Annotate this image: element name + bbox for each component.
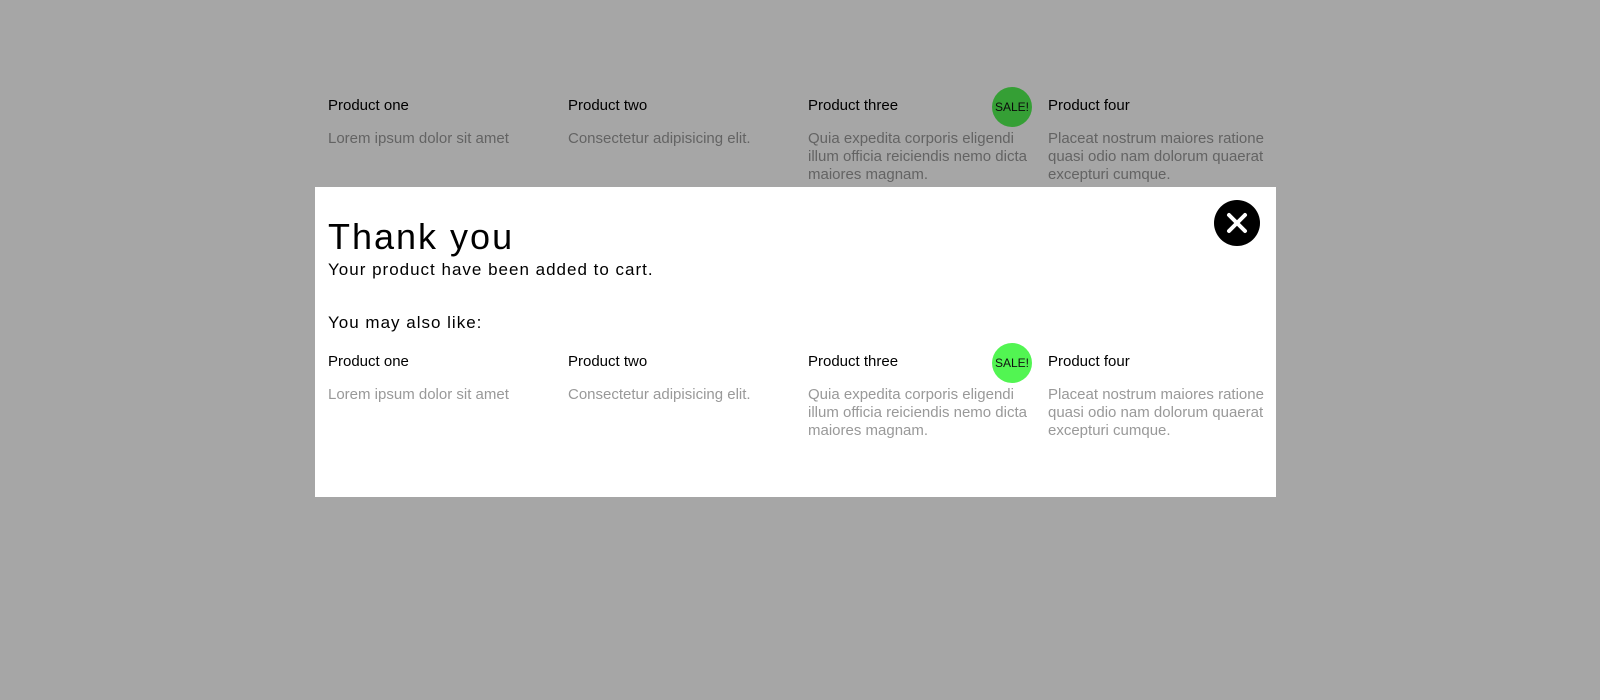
modal-title: Thank you bbox=[328, 216, 515, 257]
modal-subtitle: Your product have been added to cart. bbox=[328, 260, 654, 279]
product-card[interactable]: Product three Quia expedita corporis eli… bbox=[808, 343, 1048, 440]
product-name: Product four bbox=[1048, 353, 1130, 370]
product-card[interactable]: Product four Placeat nostrum maiores rat… bbox=[1048, 353, 1288, 440]
product-description: Lorem ipsum dolor sit amet bbox=[328, 386, 509, 403]
product-name: Product two bbox=[568, 353, 648, 370]
page: Product one Lorem ipsum dolor sit amet P… bbox=[0, 0, 1600, 700]
close-icon bbox=[1227, 213, 1247, 233]
product-card[interactable]: Product one Lorem ipsum dolor sit amet bbox=[328, 353, 568, 440]
product-description: Quia expedita corporis eligendi illum of… bbox=[808, 386, 1027, 439]
recommendations-heading: You may also like: bbox=[328, 313, 483, 332]
product-name: Product one bbox=[328, 353, 409, 370]
product-description: Consectetur adipisicing elit. bbox=[568, 386, 751, 403]
thank-you-modal: Thank you Your product have been added t… bbox=[315, 187, 1276, 497]
close-button[interactable] bbox=[1214, 200, 1260, 246]
product-description: Placeat nostrum maiores ratione quasi od… bbox=[1048, 386, 1264, 439]
recommended-product-grid: Product one Lorem ipsum dolor sit amet P… bbox=[328, 343, 1288, 440]
sale-badge: SALE! bbox=[992, 343, 1032, 383]
product-card[interactable]: Product two Consectetur adipisicing elit… bbox=[568, 353, 808, 440]
